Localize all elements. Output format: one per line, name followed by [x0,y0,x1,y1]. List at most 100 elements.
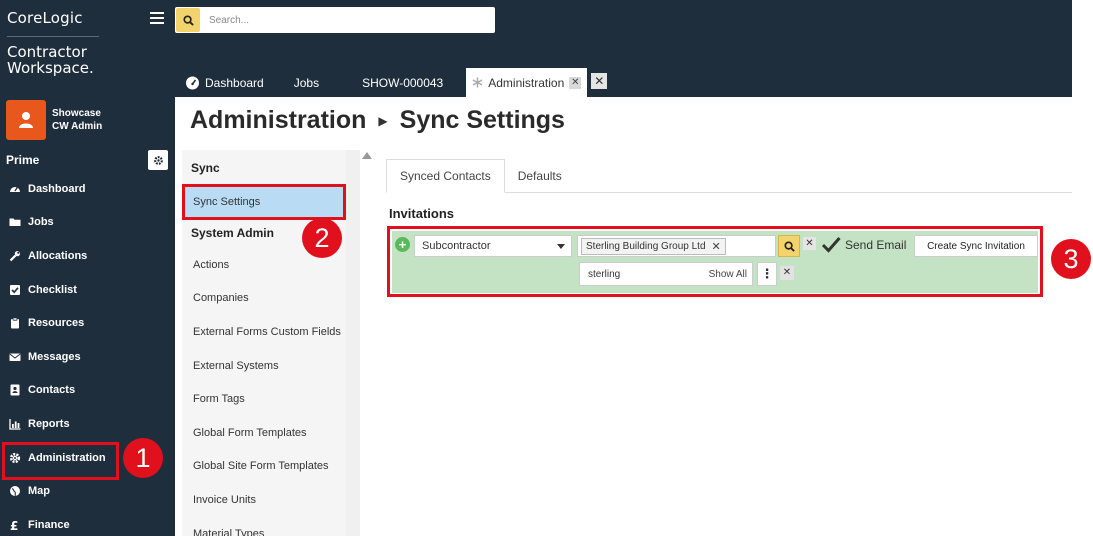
step-badge-2: 2 [302,218,342,258]
send-email-label: Send Email [845,237,907,252]
sidebar-item-messages[interactable]: Messages [0,340,175,374]
sidebar-item-label: Checklist [28,283,77,296]
search-icon [783,240,795,252]
prime-settings-button[interactable] [148,150,168,170]
contact-type-value: Subcontractor [422,240,491,252]
menu-item-material-types[interactable]: Material Types [182,517,346,536]
asterisk-icon [472,77,483,88]
brand-logo-corelogic: CoreLogic [7,9,83,27]
brand-line-workspace: Workspace. [7,59,94,77]
gauge-icon [10,186,20,192]
user-org: Showcase [52,107,101,119]
search-input[interactable] [200,14,480,26]
company-filter-input[interactable]: sterling Show All [579,262,753,286]
avatar [6,99,46,140]
company-picker[interactable]: Sterling Building Group Ltd ✕ [577,235,776,257]
contact-card-icon [10,384,20,396]
sidebar-item-label: Messages [28,350,81,363]
invitations-heading: Invitations [389,206,455,221]
open-tabs: Dashboard Jobs SHOW-000043 Administratio… [175,68,608,97]
content-tabs: Synced Contacts Defaults [386,159,1072,193]
tab-jobs[interactable]: Jobs [274,68,339,97]
sidebar-item-checklist[interactable]: Checklist [0,273,175,307]
wrench-icon [9,250,20,262]
sidebar-item-label: Reports [28,417,70,430]
envelope-icon [9,353,21,361]
gauge-icon [186,76,199,89]
gear-icon [9,452,21,463]
sidebar-item-label: Administration [28,451,106,464]
selected-company-chip: Sterling Building Group Ltd ✕ [581,237,726,255]
sidebar-item-label: Allocations [28,249,88,262]
scroll-up-arrow[interactable] [362,152,372,159]
brand-divider [7,36,99,37]
gear-icon [153,155,163,165]
sidebar-item-label: Jobs [28,216,54,229]
menu-item-sync-settings[interactable]: Sync Settings [182,184,346,220]
sidebar-item-label: Finance [28,518,70,531]
menu-item-global-form-templates[interactable]: Global Form Templates [182,416,346,450]
tab-defaults[interactable]: Defaults [505,159,575,193]
close-icon[interactable]: ✕ [569,76,582,89]
sidebar-item-label: Contacts [28,384,76,397]
contact-type-select[interactable]: Subcontractor [414,235,572,257]
more-options-button[interactable]: ⋮ [757,262,777,286]
step-badge-3: 3 [1051,239,1091,279]
menu-item-form-tags[interactable]: Form Tags [182,382,346,416]
user-profile[interactable]: Showcase CW Admin [6,99,102,140]
add-invitation-button[interactable]: + [395,237,410,252]
menu-toggle-button[interactable] [150,12,164,26]
user-icon [19,111,33,128]
sidebar-item-jobs[interactable]: Jobs [0,206,175,240]
global-search [175,7,495,33]
prime-section: Prime [6,150,168,170]
company-search-button[interactable] [778,235,800,257]
pound-icon: £ [10,519,18,531]
search-button[interactable] [176,8,200,32]
menu-heading-sync: Sync [191,161,220,175]
sidebar-item-map[interactable]: Map [0,474,175,508]
user-info: Showcase CW Admin [52,107,102,133]
svg-text:£: £ [10,519,18,531]
search-icon [182,14,194,26]
chip-label: Sterling Building Group Ltd [586,240,706,252]
clear-company-button[interactable]: ✕ [803,237,816,250]
show-all-link[interactable]: Show All [709,269,747,280]
tab-label: Jobs [293,75,320,90]
create-sync-invitation-button[interactable]: Create Sync Invitation [914,235,1038,257]
tab-dashboard[interactable]: Dashboard [175,68,274,97]
menu-item-external-systems[interactable]: External Systems [182,349,346,383]
hamburger-icon-line [150,17,164,19]
tab-label: Dashboard [205,75,264,90]
remove-chip-icon[interactable]: ✕ [712,240,721,253]
chevron-right-icon: ▶ [378,113,388,128]
menu-item-companies[interactable]: Companies [182,282,346,316]
close-all-tabs-button[interactable]: ✕ [591,73,608,89]
brand-line-contractor: Contractor [7,43,87,61]
sidebar-item-contacts[interactable]: Contacts [0,374,175,408]
checkmark-icon [821,237,841,253]
sidebar-item-label: Dashboard [28,182,86,195]
bar-chart-icon [9,418,21,430]
sidebar-item-resources[interactable]: Resources [0,306,175,340]
brand-product-name: Contractor Workspace. [7,44,94,76]
breadcrumb: Administration ▶ Sync Settings [190,106,565,135]
menu-item-invoice-units[interactable]: Invoice Units [182,483,346,517]
tab-administration[interactable]: Administration ✕ [466,68,588,97]
checkbox-icon [10,284,20,295]
admin-menu: Sync Sync Settings System Admin Actions … [182,150,360,536]
sidebar-item-dashboard[interactable]: Dashboard [0,172,175,206]
folder-icon [9,218,21,227]
sidebar-item-reports[interactable]: Reports [0,407,175,441]
sidebar-item-allocations[interactable]: Allocations [0,239,175,273]
send-email-toggle[interactable]: Send Email [821,236,906,253]
menu-item-external-forms-custom-fields[interactable]: External Forms Custom Fields [182,315,346,349]
tab-show-000043[interactable]: SHOW-000043 [339,68,466,97]
sidebar-item-finance[interactable]: £ Finance [0,508,175,536]
clipboard-icon [11,317,19,329]
tab-synced-contacts[interactable]: Synced Contacts [386,159,505,193]
prime-label: Prime [6,153,40,167]
clear-filter-button[interactable]: ✕ [780,266,794,280]
menu-item-global-site-form-templates[interactable]: Global Site Form Templates [182,450,346,484]
tab-label: SHOW-000043 [362,75,444,90]
